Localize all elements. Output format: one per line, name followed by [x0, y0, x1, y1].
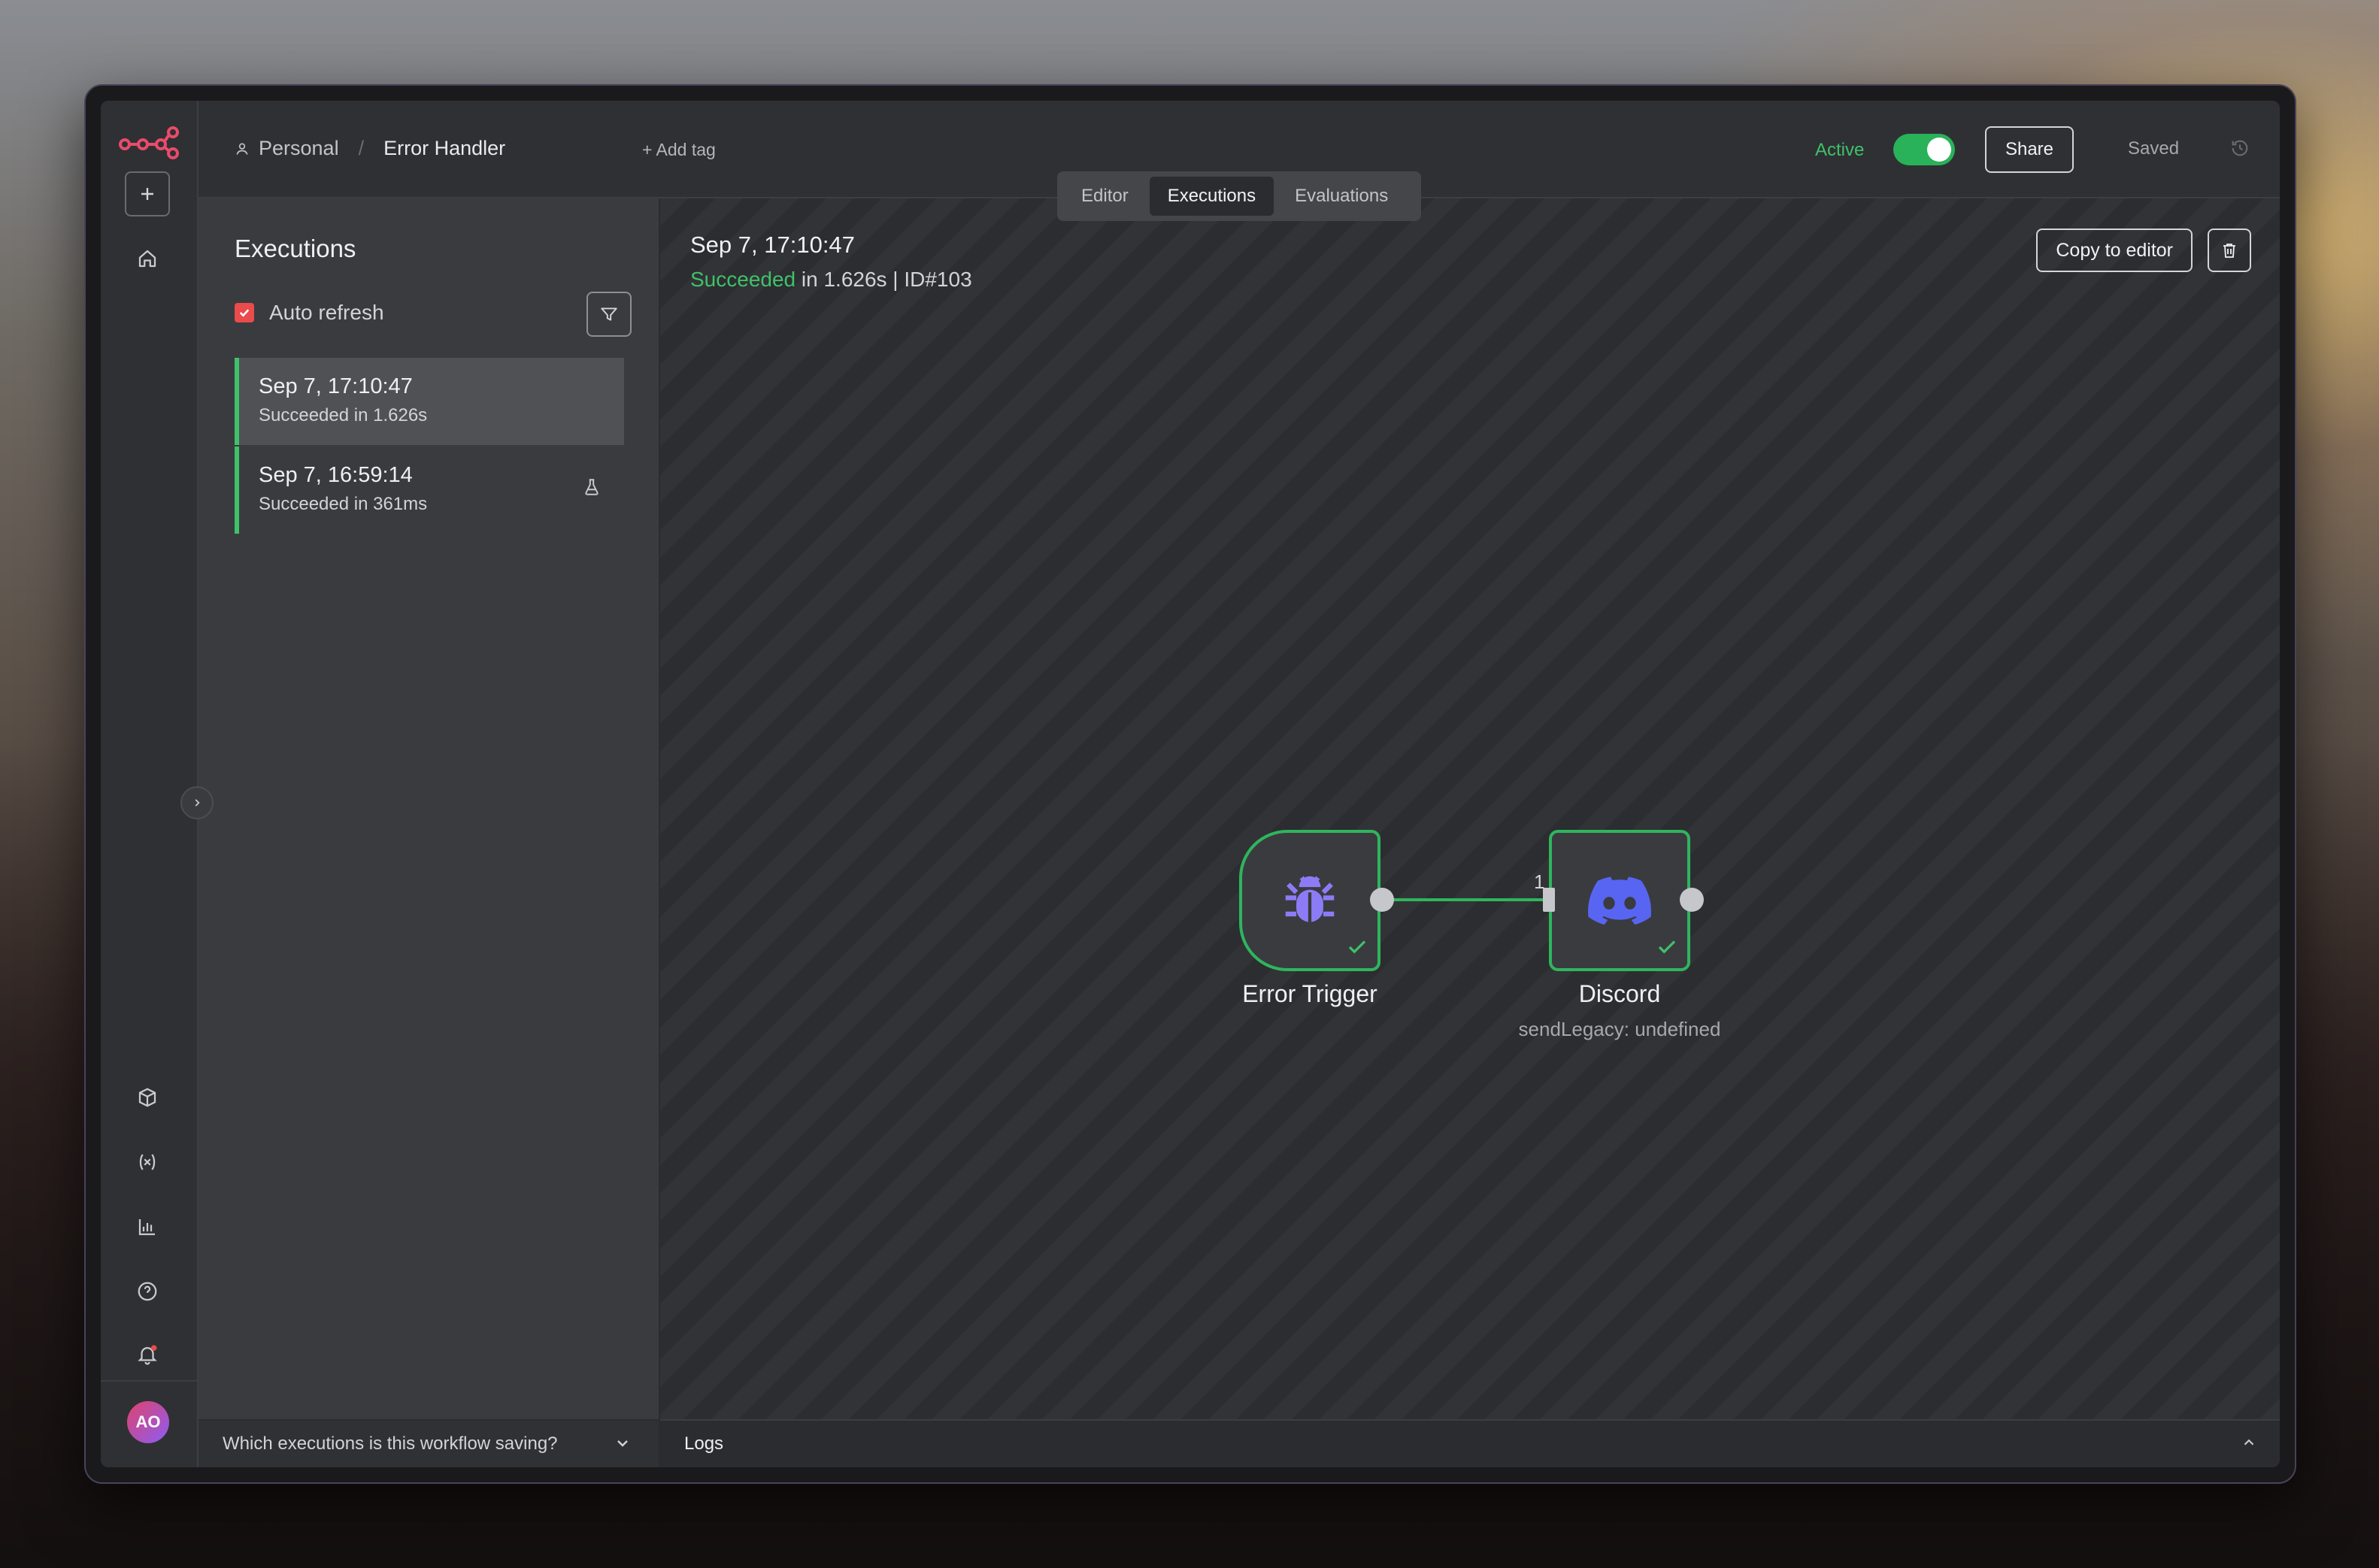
node-label: Discord — [1578, 980, 1661, 1007]
chevron-up-icon — [2241, 1434, 2257, 1456]
output-handle[interactable] — [1370, 888, 1394, 912]
bug-icon — [1285, 876, 1335, 922]
history-icon[interactable] — [2227, 135, 2253, 161]
view-tabs: Editor Executions Evaluations — [1057, 171, 1421, 221]
filter-button[interactable] — [586, 292, 632, 337]
input-handle[interactable] — [1543, 888, 1555, 912]
execution-date: Sep 7, 17:10:47 — [259, 374, 413, 398]
toggle-knob — [1927, 138, 1951, 162]
logs-label: Logs — [684, 1433, 724, 1454]
variable-icon — [139, 1154, 156, 1170]
node-discord[interactable] — [1549, 830, 1690, 971]
app-root: AO Personal / Error Handler + Add tag Ac… — [101, 101, 2280, 1467]
auto-refresh-checkbox[interactable] — [235, 303, 254, 322]
home-button[interactable] — [125, 236, 170, 281]
add-tag-button[interactable]: + Add tag — [642, 140, 716, 160]
expand-sidebar-button[interactable] — [180, 786, 214, 819]
templates-button[interactable] — [125, 1075, 170, 1120]
workflow-name[interactable]: Error Handler — [383, 137, 505, 160]
n8n-logo-icon[interactable] — [117, 123, 180, 159]
workflow-canvas[interactable]: Sep 7, 17:10:47 Succeeded in 1.626s | ID… — [660, 198, 2280, 1467]
execution-date: Sep 7, 16:59:14 — [259, 463, 413, 487]
help-button[interactable] — [125, 1269, 170, 1314]
execution-list-item[interactable]: Sep 7, 17:10:47 Succeeded in 1.626s — [235, 358, 624, 445]
variables-button[interactable] — [125, 1140, 170, 1185]
logs-panel-toggle[interactable]: Logs — [660, 1419, 2280, 1467]
tab-evaluations[interactable]: Evaluations — [1277, 177, 1406, 216]
active-label: Active — [1815, 140, 1865, 160]
auto-refresh-control[interactable]: Auto refresh — [235, 301, 384, 325]
app-window: AO Personal / Error Handler + Add tag Ac… — [84, 84, 2296, 1484]
node-subtitle: sendLegacy: undefined — [1518, 1018, 1721, 1040]
check-icon — [239, 309, 250, 317]
saving-settings-toggle[interactable]: Which executions is this workflow saving… — [199, 1419, 659, 1467]
discord-icon — [1588, 876, 1651, 925]
share-button[interactable]: Share — [1985, 126, 2074, 173]
breadcrumb: Personal / Error Handler — [235, 137, 505, 160]
executions-panel: Executions Auto refresh Sep 7, 17:10:47 … — [199, 198, 660, 1467]
auto-refresh-label: Auto refresh — [269, 301, 384, 324]
help-icon — [138, 1282, 157, 1301]
notifications-button[interactable] — [125, 1332, 170, 1377]
plus-icon — [141, 188, 153, 200]
node-label: Error Trigger — [1242, 980, 1377, 1007]
chevron-down-icon — [614, 1434, 632, 1458]
bar-chart-icon — [138, 1219, 155, 1236]
breadcrumb-project[interactable]: Personal — [259, 137, 339, 160]
execution-status: Succeeded in 1.626s — [259, 405, 428, 425]
left-rail: AO — [101, 101, 199, 1467]
success-check-icon — [1656, 936, 1678, 962]
rail-divider — [101, 1380, 197, 1382]
flask-icon[interactable] — [582, 477, 602, 501]
output-handle[interactable] — [1680, 888, 1704, 912]
saving-question: Which executions is this workflow saving… — [223, 1433, 558, 1454]
success-check-icon — [1346, 936, 1368, 962]
insights-button[interactable] — [125, 1204, 170, 1249]
home-icon — [138, 250, 156, 268]
saved-status: Saved — [2128, 138, 2180, 159]
execution-list-item[interactable]: Sep 7, 16:59:14 Succeeded in 361ms — [235, 446, 624, 534]
user-icon — [236, 143, 248, 155]
executions-title: Executions — [235, 235, 356, 262]
active-toggle[interactable] — [1893, 134, 1955, 165]
avatar[interactable]: AO — [127, 1401, 169, 1443]
execution-status: Succeeded in 361ms — [259, 494, 428, 514]
bell-icon — [138, 1345, 157, 1365]
filter-icon — [601, 307, 617, 321]
connection-edge[interactable] — [660, 198, 2280, 950]
breadcrumb-separator: / — [358, 137, 365, 159]
package-icon — [138, 1088, 156, 1107]
node-error-trigger[interactable] — [1239, 830, 1380, 971]
chevron-right-icon — [195, 799, 200, 807]
tab-executions[interactable]: Executions — [1149, 177, 1274, 216]
tab-editor[interactable]: Editor — [1063, 177, 1147, 216]
create-button[interactable] — [125, 171, 170, 216]
